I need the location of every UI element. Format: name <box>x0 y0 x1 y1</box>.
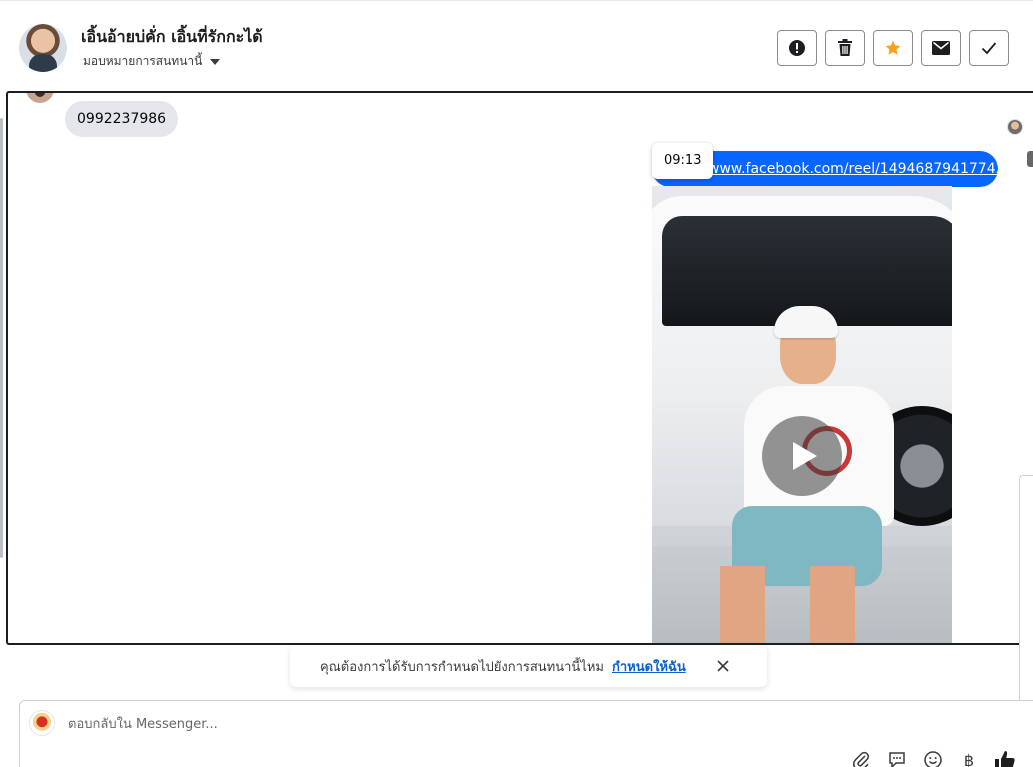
video-person-cap <box>774 306 838 338</box>
star-button[interactable] <box>873 30 913 66</box>
close-icon[interactable] <box>715 658 731 674</box>
reel-link[interactable]: www.facebook.com/reel/1494687941774208 <box>708 161 998 177</box>
assign-suggestion-bar: คุณต้องการได้รับการกำหนดไปยังการสนทนานี้… <box>290 645 767 687</box>
exclamation-icon <box>789 40 805 56</box>
mark-done-button[interactable] <box>969 30 1009 66</box>
delete-button[interactable] <box>825 30 865 66</box>
incoming-message-bubble[interactable]: 0992237986 <box>65 101 179 137</box>
timestamp-tooltip: 09:13 <box>652 143 714 179</box>
assign-dropdown[interactable]: มอบหมายการสนทนานี้ <box>83 52 221 71</box>
composer-toolbar: ฿ <box>850 749 1016 767</box>
left-panel-edge <box>0 118 3 558</box>
right-panel-tab[interactable] <box>1027 151 1033 167</box>
header-actions <box>777 30 1009 66</box>
assign-to-me-link[interactable]: กำหนดให้ฉัน <box>612 656 686 677</box>
check-icon <box>981 42 997 55</box>
mark-unread-button[interactable] <box>921 30 961 66</box>
conversation-header: เอิ้นอ้ายบ่คั่ก เอิ้นที่รักกะได้ มอบหมาย… <box>0 0 1033 91</box>
play-icon[interactable] <box>762 416 842 496</box>
envelope-icon <box>932 41 950 55</box>
read-receipt-avatar <box>1007 119 1023 135</box>
conversation-view: เอิ้นอ้ายบ่คั่ก เอิ้นที่รักกะได้ มอบหมาย… <box>0 0 1033 767</box>
spam-button[interactable] <box>777 30 817 66</box>
star-icon <box>885 40 901 55</box>
contact-name[interactable]: เอิ้นอ้ายบ่คั่ก เอิ้นที่รักกะได้ <box>81 25 263 50</box>
chat-bubble-icon[interactable] <box>886 749 908 767</box>
emoji-icon[interactable] <box>922 749 944 767</box>
video-attachment[interactable] <box>652 186 952 643</box>
page-avatar <box>29 710 55 736</box>
message-thread[interactable]: 0992237986 www.facebook.com/reel/1494687… <box>6 91 1033 645</box>
contact-avatar[interactable] <box>19 24 67 72</box>
reply-composer: ฿ <box>19 700 1033 767</box>
video-person-legs <box>702 566 882 643</box>
suggestion-text: คุณต้องการได้รับการกำหนดไปยังการสนทนานี้… <box>320 659 604 675</box>
sender-avatar <box>26 93 54 103</box>
paperclip-icon[interactable] <box>850 749 872 767</box>
thumbs-up-icon[interactable] <box>994 749 1016 767</box>
trash-icon <box>838 39 852 56</box>
baht-icon[interactable]: ฿ <box>958 749 980 767</box>
reply-input[interactable] <box>68 713 768 735</box>
caret-down-icon <box>210 58 221 65</box>
assign-label: มอบหมายการสนทนานี้ <box>83 54 203 68</box>
